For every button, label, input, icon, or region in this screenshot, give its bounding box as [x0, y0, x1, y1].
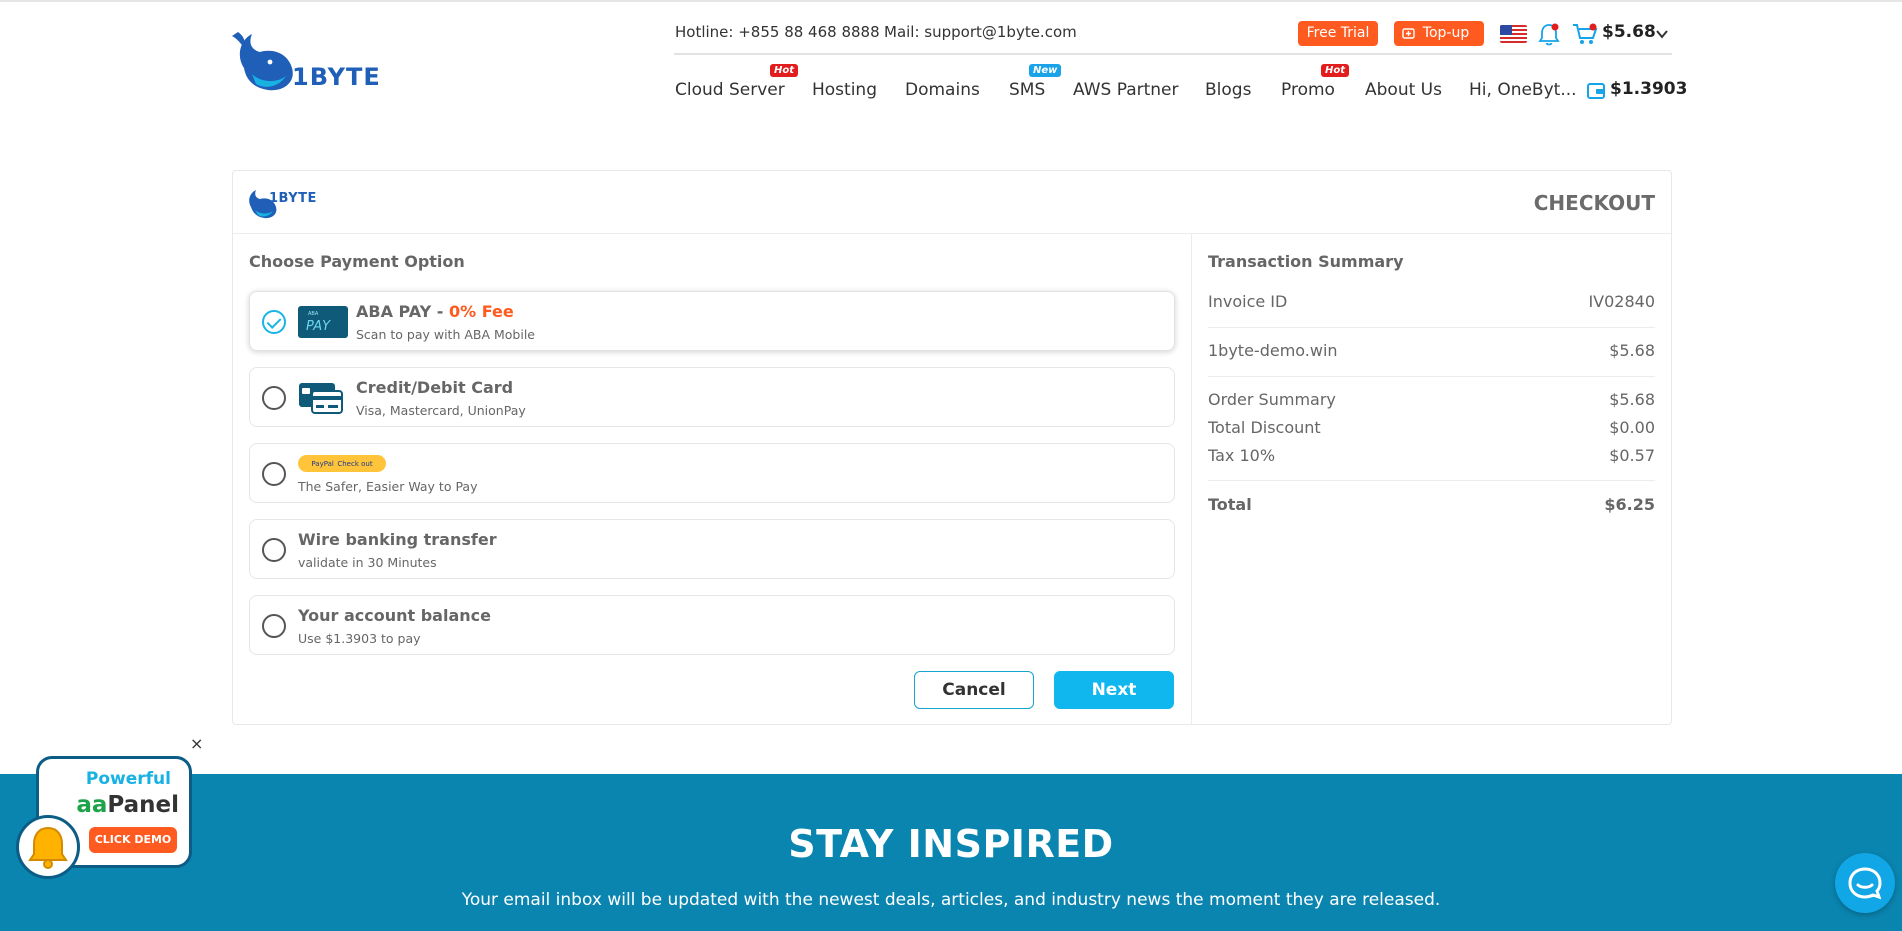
us-flag-icon[interactable] [1500, 25, 1527, 43]
nav-sms[interactable]: SMS [1009, 80, 1045, 100]
topup-icon [1402, 28, 1415, 39]
option-title: Your account balance [298, 606, 491, 625]
credit-card-icon [299, 383, 343, 414]
nav-hosting[interactable]: Hosting [812, 80, 877, 100]
next-button[interactable]: Next [1054, 671, 1174, 709]
checkout-logo-wordmark: 1BYTE [269, 191, 317, 206]
payment-option-wire-transfer[interactable]: Wire banking transfer validate in 30 Min… [249, 519, 1175, 579]
mail-text[interactable]: Mail: support@1byte.com [884, 23, 1077, 41]
header-divider [674, 53, 1672, 55]
summary-label: 1byte-demo.win [1208, 341, 1338, 360]
radio-aba-pay[interactable] [262, 310, 286, 334]
svg-text:PAY: PAY [306, 319, 331, 334]
payment-section-title: Choose Payment Option [249, 252, 465, 271]
new-badge: New [1029, 64, 1062, 77]
summary-title: Transaction Summary [1208, 252, 1404, 271]
paypal-icon: PayPal Check out [298, 455, 386, 472]
payment-option-card[interactable]: Credit/Debit Card Visa, Mastercard, Unio… [249, 367, 1175, 427]
top-border [0, 0, 1902, 2]
nav-aws-partner[interactable]: AWS Partner [1073, 80, 1179, 100]
option-subtitle: validate in 30 Minutes [298, 555, 437, 570]
option-subtitle: Visa, Mastercard, UnionPay [356, 403, 526, 418]
summary-label: Invoice ID [1208, 292, 1288, 311]
summary-divider [1208, 376, 1655, 377]
paypal-checkout-caption: Check out [337, 460, 373, 468]
summary-value: $0.57 [1609, 446, 1655, 465]
hot-badge: Hot [1321, 64, 1350, 77]
radio-wire-transfer[interactable] [262, 538, 286, 562]
chat-widget-button[interactable] [1835, 853, 1895, 913]
option-title: ABA PAY - 0% Fee [356, 302, 514, 321]
summary-value: $5.68 [1609, 390, 1655, 409]
summary-value: IV02840 [1588, 292, 1655, 311]
payment-option-aba-pay[interactable]: ABA PAY ABA PAY - 0% Fee Scan to pay wit… [249, 291, 1175, 351]
bell-icon [28, 826, 68, 869]
summary-divider [1208, 327, 1655, 328]
radio-card[interactable] [262, 386, 286, 410]
svg-text:ABA: ABA [308, 311, 319, 317]
nav-blogs[interactable]: Blogs [1205, 80, 1251, 100]
click-demo-button[interactable]: CLICK DEMO [89, 827, 177, 853]
cancel-button[interactable]: Cancel [914, 671, 1034, 709]
newsletter-title: STAY INSPIRED [788, 822, 1114, 866]
radio-paypal[interactable] [262, 462, 286, 486]
column-divider [1191, 234, 1192, 725]
option-title: Credit/Debit Card [356, 378, 514, 397]
newsletter-band: STAY INSPIRED Your email inbox will be u… [0, 774, 1902, 931]
cart-total[interactable]: $5.68 [1602, 22, 1656, 42]
logo-wordmark: 1BYTE [292, 63, 381, 91]
wallet-balance[interactable]: $1.3903 [1610, 79, 1687, 99]
nav-account-user[interactable]: Hi, OneByt... [1469, 80, 1577, 100]
promo-bell-badge[interactable] [16, 815, 80, 879]
summary-label: Total [1208, 495, 1252, 514]
summary-label: Tax 10% [1208, 446, 1276, 465]
nav-about-us[interactable]: About Us [1365, 80, 1442, 100]
close-icon[interactable]: × [190, 736, 203, 752]
option-subtitle: Use $1.3903 to pay [298, 631, 421, 646]
option-title: Wire banking transfer [298, 530, 497, 549]
summary-value: $0.00 [1609, 418, 1655, 437]
aba-pay-icon: ABA PAY [298, 306, 348, 338]
option-subtitle: The Safer, Easier Way to Pay [298, 479, 478, 494]
radio-account-balance[interactable] [262, 614, 286, 638]
hot-badge: Hot [770, 64, 799, 77]
promo-line1: Powerful [85, 769, 171, 789]
nav-promo[interactable]: Promo [1281, 80, 1335, 100]
option-subtitle: Scan to pay with ABA Mobile [356, 327, 535, 342]
chat-icon [1848, 867, 1882, 900]
cart-icon[interactable] [1572, 22, 1598, 46]
notification-bell-icon[interactable] [1538, 22, 1560, 46]
summary-divider [1208, 480, 1655, 481]
nav-domains[interactable]: Domains [905, 80, 980, 100]
summary-value: $6.25 [1604, 495, 1655, 514]
checkout-card: 1BYTE CHECKOUT Choose Payment Option ABA… [232, 170, 1672, 725]
payment-option-account-balance[interactable]: Your account balance Use $1.3903 to pay [249, 595, 1175, 655]
topup-label: Top-up [1422, 25, 1470, 41]
checkout-header: 1BYTE CHECKOUT [233, 171, 1671, 234]
checkout-title: CHECKOUT [1533, 191, 1655, 215]
wallet-icon[interactable] [1586, 81, 1606, 101]
fee-highlight: 0% Fee [449, 302, 514, 321]
payment-option-paypal[interactable]: PayPal Check out The Safer, Easier Way t… [249, 443, 1175, 503]
nav-cloud-server[interactable]: Cloud Server [675, 80, 785, 100]
free-trial-button[interactable]: Free Trial [1298, 21, 1378, 46]
site-logo[interactable]: 1BYTE [230, 28, 381, 98]
chevron-down-icon[interactable] [1654, 26, 1670, 42]
summary-value: $5.68 [1609, 341, 1655, 360]
newsletter-subtitle: Your email inbox will be updated with th… [461, 890, 1441, 910]
summary-label: Order Summary [1208, 390, 1336, 409]
topup-button[interactable]: Top-up [1394, 21, 1484, 46]
summary-label: Total Discount [1208, 418, 1321, 437]
hotline-text[interactable]: Hotline: +855 88 468 8888 [675, 23, 880, 41]
promo-line2: aaPanel [76, 792, 179, 818]
